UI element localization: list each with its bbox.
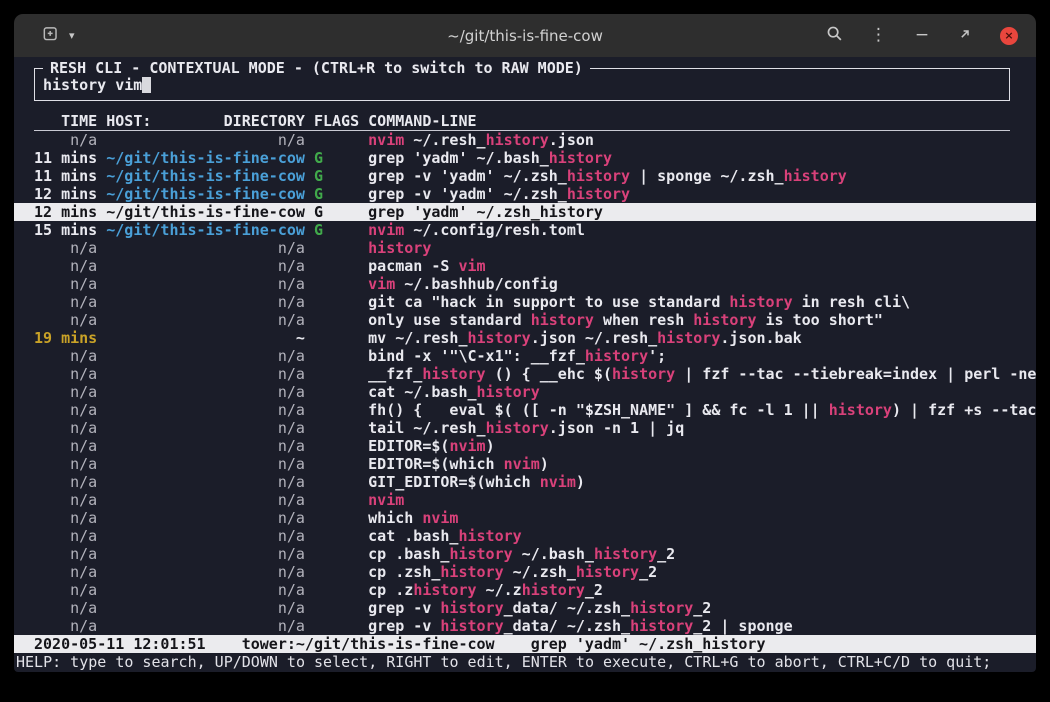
history-row-selected[interactable]: 12 mins ~/git/this-is-fine-cow G grep 'y…	[14, 203, 1036, 221]
window-title: ~/git/this-is-fine-cow	[447, 27, 603, 45]
history-row[interactable]: n/a n/a nvim ~/.resh_history.json	[34, 131, 1010, 149]
history-row[interactable]: 11 mins ~/git/this-is-fine-cow G grep 'y…	[34, 149, 1010, 167]
history-row[interactable]: n/a n/a cp .zsh_history ~/.zsh_history_2	[34, 563, 1010, 581]
status-bar: 2020-05-11 12:01:51 tower:~/git/this-is-…	[14, 635, 1036, 653]
restore-icon	[957, 26, 973, 46]
history-row[interactable]: 12 mins ~/git/this-is-fine-cow G grep -v…	[34, 185, 1010, 203]
titlebar: ▾ ~/git/this-is-fine-cow ⋮ −	[14, 14, 1036, 57]
history-row[interactable]: n/a n/a cat .bash_history	[34, 527, 1010, 545]
search-box-legend: RESH CLI - CONTEXTUAL MODE - (CTRL+R to …	[43, 59, 590, 77]
close-icon: ×	[1004, 29, 1013, 42]
search-query-input[interactable]: history vim	[43, 76, 142, 94]
history-row[interactable]: n/a n/a pacman -S vim	[34, 257, 1010, 275]
search-icon	[826, 25, 843, 46]
restore-button[interactable]	[957, 27, 973, 45]
close-button[interactable]: ×	[1000, 27, 1018, 45]
search-button[interactable]	[826, 27, 843, 45]
history-row[interactable]: n/a n/a nvim	[34, 491, 1010, 509]
minimize-button[interactable]: −	[914, 27, 930, 45]
search-box[interactable]: RESH CLI - CONTEXTUAL MODE - (CTRL+R to …	[34, 68, 1010, 101]
text-cursor	[142, 76, 151, 93]
terminal-window: ▾ ~/git/this-is-fine-cow ⋮ −	[14, 14, 1036, 672]
history-row[interactable]: n/a n/a grep -v history_data/ ~/.zsh_his…	[34, 599, 1010, 617]
new-tab-button[interactable]	[42, 27, 59, 45]
menu-button[interactable]: ⋮	[870, 27, 887, 45]
history-row[interactable]: n/a n/a which nvim	[34, 509, 1010, 527]
history-row[interactable]: n/a n/a history	[34, 239, 1010, 257]
history-list: n/a n/a nvim ~/.resh_history.json11 mins…	[34, 131, 1010, 635]
history-row[interactable]: n/a n/a __fzf_history () { __ehc $(histo…	[34, 365, 1010, 383]
history-row[interactable]: n/a n/a EDITOR=$(nvim)	[34, 437, 1010, 455]
history-row[interactable]: n/a n/a vim ~/.bashhub/config	[34, 275, 1010, 293]
tab-dropdown-caret[interactable]: ▾	[69, 29, 75, 42]
history-row[interactable]: n/a n/a grep -v history_data/ ~/.zsh_his…	[34, 617, 1010, 635]
history-row[interactable]: n/a n/a fh() { eval $( ([ -n "$ZSH_NAME"…	[34, 401, 1010, 419]
minimize-icon: −	[915, 27, 929, 44]
history-row[interactable]: n/a n/a cp .bash_history ~/.bash_history…	[34, 545, 1010, 563]
history-row[interactable]: 15 mins ~/git/this-is-fine-cow G nvim ~/…	[34, 221, 1010, 239]
history-row[interactable]: n/a n/a tail ~/.resh_history.json -n 1 |…	[34, 419, 1010, 437]
history-row[interactable]: n/a n/a cat ~/.bash_history	[34, 383, 1010, 401]
help-line: HELP: type to search, UP/DOWN to select,…	[16, 653, 1010, 671]
history-row[interactable]: n/a n/a cp .zhistory ~/.zhistory_2	[34, 581, 1010, 599]
history-row[interactable]: n/a n/a git ca "hack in support to use s…	[34, 293, 1010, 311]
terminal-content: RESH CLI - CONTEXTUAL MODE - (CTRL+R to …	[14, 57, 1036, 672]
new-tab-icon	[42, 25, 59, 46]
table-header: TIME HOST: DIRECTORY FLAGS COMMAND-LINE	[34, 112, 1010, 131]
history-row[interactable]: n/a n/a EDITOR=$(which nvim)	[34, 455, 1010, 473]
history-row[interactable]: n/a n/a GIT_EDITOR=$(which nvim)	[34, 473, 1010, 491]
history-row[interactable]: n/a n/a only use standard history when r…	[34, 311, 1010, 329]
kebab-menu-icon: ⋮	[870, 27, 887, 44]
history-row[interactable]: n/a n/a bind -x '"\C-x1": __fzf_history'…	[34, 347, 1010, 365]
history-row[interactable]: 11 mins ~/git/this-is-fine-cow G grep -v…	[34, 167, 1010, 185]
history-row[interactable]: 19 mins ~ mv ~/.resh_history.json ~/.res…	[34, 329, 1010, 347]
